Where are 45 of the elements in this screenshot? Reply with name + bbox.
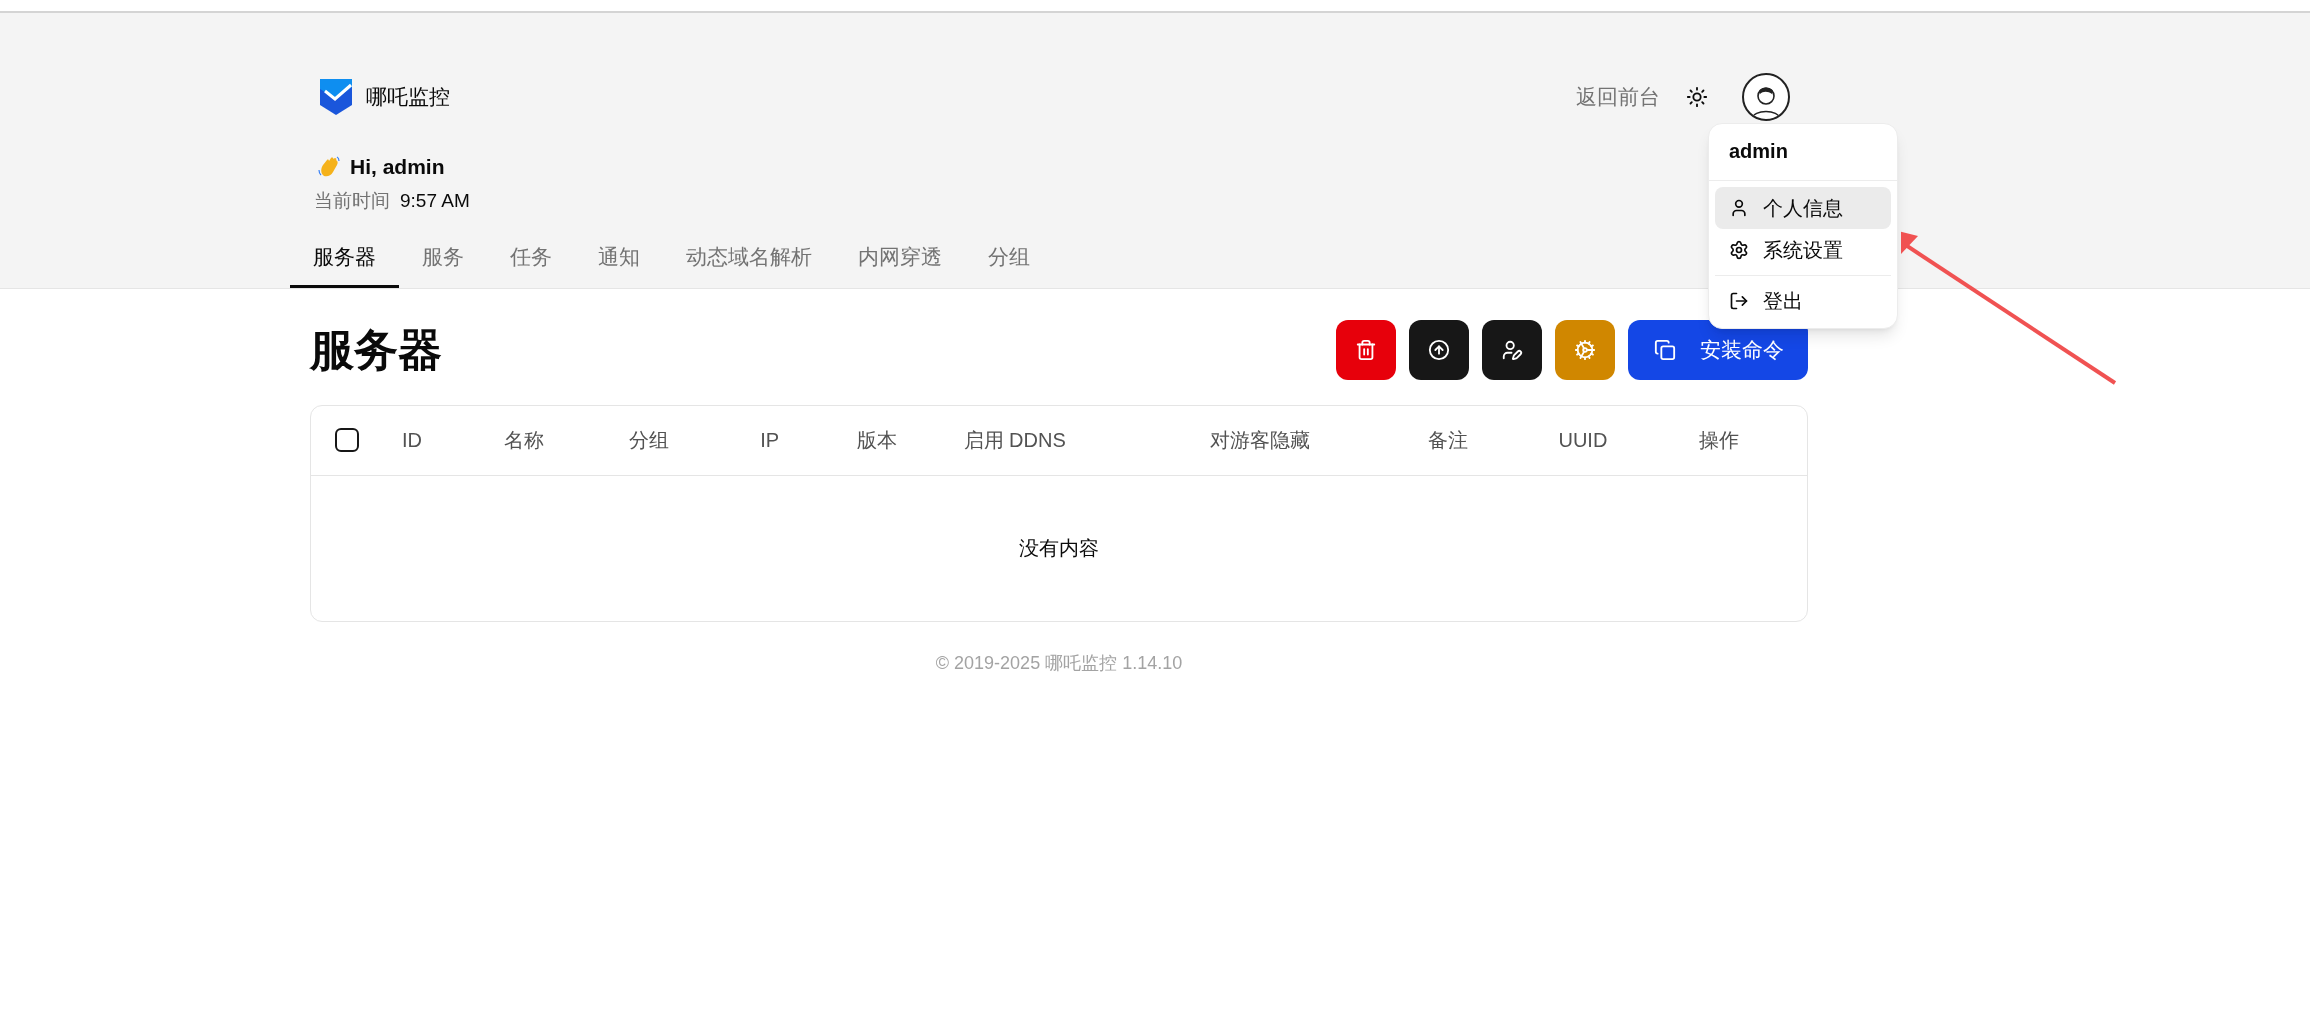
assign-user-button[interactable]: [1482, 319, 1542, 380]
column-header: 版本: [857, 429, 898, 451]
nav-tab[interactable]: 服务器: [290, 241, 399, 288]
shield-check-logo: [320, 79, 354, 115]
nav-tab[interactable]: 任务: [487, 241, 575, 288]
select-all-checkbox[interactable]: [335, 428, 359, 452]
column-header: IP: [760, 429, 780, 451]
sun-icon: [1686, 86, 1708, 108]
nav-tab[interactable]: 分组: [965, 241, 1053, 288]
column-header: UUID: [1558, 429, 1608, 451]
page-title: 服务器: [310, 323, 442, 376]
nav-tab[interactable]: 通知: [575, 241, 663, 288]
column-header: ID: [401, 429, 422, 451]
install-command-button[interactable]: 安装命令: [1628, 319, 1808, 380]
menu-item[interactable]: 个人信息: [1715, 187, 1891, 229]
logout-icon: [1729, 291, 1749, 311]
brand-name: 哪吒监控: [366, 84, 450, 111]
menu-username: admin: [1729, 140, 1788, 162]
greeting-text: Hi, admin: [350, 154, 445, 180]
footer-text: © 2019-2025 哪吒监控 1.14.10: [935, 651, 1183, 675]
column-header: 分组: [629, 429, 670, 451]
user-icon: [1729, 198, 1749, 218]
column-header: 备注: [1427, 429, 1468, 451]
upgrade-button[interactable]: [1409, 319, 1469, 380]
delete-button[interactable]: [1336, 319, 1396, 380]
nav-tab[interactable]: 动态域名解析: [663, 241, 835, 288]
empty-message: 没有内容: [1019, 536, 1099, 561]
cog-icon: [1574, 338, 1596, 361]
nav-tab[interactable]: 内网穿透: [835, 241, 965, 288]
trash-icon: [1355, 338, 1377, 361]
task-button[interactable]: [1555, 319, 1615, 380]
avatar-button[interactable]: [1742, 73, 1790, 121]
arrow-up-circle-icon: [1428, 338, 1450, 361]
copy-icon: [1654, 338, 1676, 361]
time-label: 当前时间: [314, 188, 390, 213]
settings-icon: [1729, 240, 1749, 260]
column-header: 启用 DDNS: [963, 429, 1066, 451]
waving-hand-icon: [318, 155, 340, 178]
column-header: 名称: [503, 429, 544, 451]
column-header: 对游客隐藏: [1210, 429, 1311, 451]
nav-tab[interactable]: 服务: [399, 241, 487, 288]
back-to-frontend-link[interactable]: 返回前台: [1576, 81, 1660, 113]
column-header: 操作: [1698, 429, 1739, 451]
current-time: 9:57 AM: [400, 188, 470, 213]
user-pen-icon: [1501, 338, 1523, 361]
